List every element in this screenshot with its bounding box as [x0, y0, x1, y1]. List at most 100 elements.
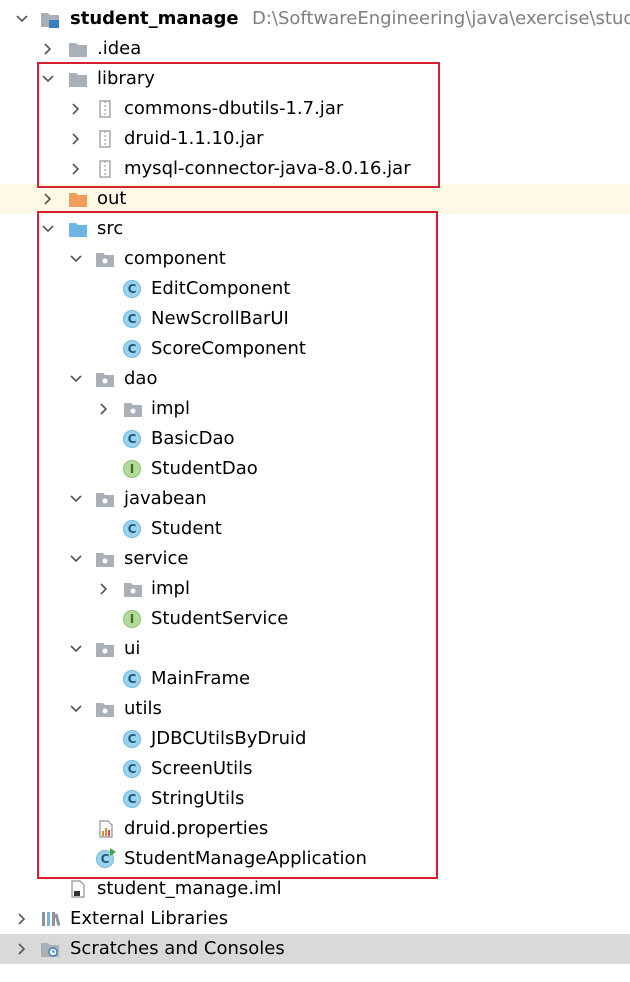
- chevron-down-icon[interactable]: [38, 214, 58, 244]
- tree-row-src[interactable]: src: [0, 214, 630, 244]
- class-icon: C: [123, 280, 143, 298]
- tree-row-project-root[interactable]: student_manage D:\SoftwareEngineering\ja…: [0, 4, 630, 34]
- class-icon: C: [123, 760, 143, 778]
- interface-icon: I: [123, 610, 143, 628]
- tree-row-package-impl[interactable]: impl: [0, 394, 630, 424]
- chevron-down-icon[interactable]: [66, 544, 86, 574]
- tree-row-interface[interactable]: I StudentDao: [0, 454, 630, 484]
- folder-label: src: [97, 218, 124, 239]
- class-label: ScoreComponent: [151, 338, 306, 359]
- chevron-right-icon[interactable]: [66, 94, 86, 124]
- chevron-down-icon[interactable]: [66, 694, 86, 724]
- package-label: ui: [124, 638, 141, 659]
- tree-row-class[interactable]: C EditComponent: [0, 274, 630, 304]
- jar-icon: [95, 130, 115, 148]
- tree-row-scratches[interactable]: Scratches and Consoles: [0, 934, 630, 964]
- chevron-down-icon[interactable]: [66, 634, 86, 664]
- scratches-icon: [40, 940, 60, 958]
- tree-row-class[interactable]: C BasicDao: [0, 424, 630, 454]
- library-icon: [40, 910, 61, 928]
- class-icon: C: [123, 340, 143, 358]
- package-icon: [95, 550, 115, 568]
- jar-icon: [95, 160, 115, 178]
- package-icon: [95, 490, 115, 508]
- interface-icon: I: [123, 460, 143, 478]
- tree-row-external-libraries[interactable]: External Libraries: [0, 904, 630, 934]
- chevron-right-icon[interactable]: [94, 574, 114, 604]
- interface-label: StudentService: [151, 608, 289, 629]
- tree-row-package-ui[interactable]: ui: [0, 634, 630, 664]
- jar-icon: [95, 100, 115, 118]
- chevron-right-icon[interactable]: [66, 124, 86, 154]
- class-label: EditComponent: [151, 278, 291, 299]
- jar-label: druid-1.1.10.jar: [124, 128, 264, 149]
- package-label: component: [124, 248, 226, 269]
- chevron-down-icon[interactable]: [12, 4, 32, 34]
- tree-row-package-component[interactable]: component: [0, 244, 630, 274]
- tree-row-class[interactable]: C JDBCUtilsByDruid: [0, 724, 630, 754]
- excluded-folder-icon: [68, 190, 88, 208]
- tree-row-iml[interactable]: student_manage.iml: [0, 874, 630, 904]
- chevron-right-icon[interactable]: [38, 34, 58, 64]
- node-label: Scratches and Consoles: [70, 938, 285, 959]
- tree-row-jar[interactable]: commons-dbutils-1.7.jar: [0, 94, 630, 124]
- tree-row-library[interactable]: library: [0, 64, 630, 94]
- class-icon: C: [123, 670, 143, 688]
- chevron-right-icon[interactable]: [12, 904, 32, 934]
- class-icon: C: [123, 730, 143, 748]
- interface-label: StudentDao: [151, 458, 258, 479]
- chevron-down-icon[interactable]: [66, 364, 86, 394]
- class-icon: C: [123, 310, 143, 328]
- chevron-right-icon[interactable]: [38, 184, 58, 214]
- tree-row-package-service[interactable]: service: [0, 544, 630, 574]
- class-label: JDBCUtilsByDruid: [151, 728, 307, 749]
- tree-row-package-dao[interactable]: dao: [0, 364, 630, 394]
- module-folder-icon: [40, 10, 60, 28]
- tree-row-class[interactable]: C Student: [0, 514, 630, 544]
- chevron-right-icon[interactable]: [66, 154, 86, 184]
- folder-label: .idea: [97, 38, 142, 59]
- class-label: StudentManageApplication: [124, 848, 367, 869]
- class-label: BasicDao: [151, 428, 235, 449]
- class-label: NewScrollBarUI: [151, 308, 289, 329]
- node-label: External Libraries: [70, 908, 229, 929]
- class-label: StringUtils: [151, 788, 245, 809]
- project-tree: student_manage D:\SoftwareEngineering\ja…: [0, 0, 630, 982]
- package-label: service: [124, 548, 189, 569]
- properties-file-icon: [96, 820, 116, 838]
- module-file-icon: [68, 880, 88, 898]
- class-icon: C: [123, 430, 143, 448]
- package-icon: [123, 400, 143, 418]
- tree-row-idea[interactable]: .idea: [0, 34, 630, 64]
- tree-row-properties[interactable]: druid.properties: [0, 814, 630, 844]
- chevron-down-icon[interactable]: [66, 484, 86, 514]
- file-label: student_manage.iml: [97, 878, 282, 899]
- package-label: javabean: [124, 488, 207, 509]
- project-path: D:\SoftwareEngineering\java\exercise\stu…: [252, 8, 630, 29]
- tree-row-main-class[interactable]: C StudentManageApplication: [0, 844, 630, 874]
- tree-row-class[interactable]: C StringUtils: [0, 784, 630, 814]
- class-label: ScreenUtils: [151, 758, 253, 779]
- chevron-down-icon[interactable]: [38, 64, 58, 94]
- tree-row-package-impl[interactable]: impl: [0, 574, 630, 604]
- chevron-right-icon[interactable]: [12, 934, 32, 964]
- tree-row-package-utils[interactable]: utils: [0, 694, 630, 724]
- folder-label: out: [97, 188, 127, 209]
- tree-row-out[interactable]: out: [0, 184, 630, 214]
- package-label: impl: [151, 398, 190, 419]
- tree-row-interface[interactable]: I StudentService: [0, 604, 630, 634]
- file-label: druid.properties: [124, 818, 269, 839]
- package-icon: [95, 700, 115, 718]
- chevron-right-icon[interactable]: [94, 394, 114, 424]
- tree-row-class[interactable]: C ScreenUtils: [0, 754, 630, 784]
- class-label: MainFrame: [151, 668, 251, 689]
- class-icon: C: [123, 520, 143, 538]
- tree-row-class[interactable]: C MainFrame: [0, 664, 630, 694]
- tree-row-package-javabean[interactable]: javabean: [0, 484, 630, 514]
- tree-row-class[interactable]: C NewScrollBarUI: [0, 304, 630, 334]
- tree-row-jar[interactable]: druid-1.1.10.jar: [0, 124, 630, 154]
- chevron-down-icon[interactable]: [66, 244, 86, 274]
- tree-row-class[interactable]: C ScoreComponent: [0, 334, 630, 364]
- tree-row-jar[interactable]: mysql-connector-java-8.0.16.jar: [0, 154, 630, 184]
- package-label: impl: [151, 578, 190, 599]
